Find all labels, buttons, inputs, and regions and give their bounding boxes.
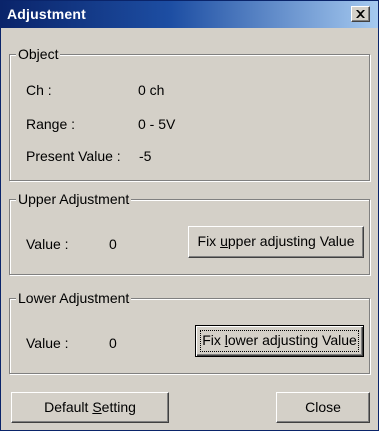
upper-value: 0 xyxy=(109,236,117,252)
default-setting-button[interactable]: Default Setting xyxy=(11,392,169,423)
lower-adjustment-group: Lower Adjustment Value : 0 Fix lower adj… xyxy=(9,290,370,374)
fix-upper-button[interactable]: Fix upper adjusting Value xyxy=(188,226,364,258)
default-setting-button-label: Default Setting xyxy=(44,399,136,415)
present-value: -5 xyxy=(139,148,152,164)
fix-upper-button-label: Fix upper adjusting Value xyxy=(197,233,355,249)
ch-value: 0 ch xyxy=(138,82,165,98)
upper-adjustment-legend: Upper Adjustment xyxy=(16,191,132,207)
upper-value-label: Value : xyxy=(26,236,69,252)
lower-value: 0 xyxy=(109,335,117,351)
lower-adjustment-legend: Lower Adjustment xyxy=(16,290,132,306)
object-group-legend: Object xyxy=(16,46,61,62)
present-value-label: Present Value : xyxy=(26,148,121,164)
upper-adjustment-group: Upper Adjustment Value : 0 Fix upper adj… xyxy=(9,191,370,275)
close-icon xyxy=(356,10,365,18)
lower-value-label: Value : xyxy=(26,335,69,351)
adjustment-dialog: Adjustment Object Ch : 0 ch Range : 0 - … xyxy=(0,0,379,431)
window-title: Adjustment xyxy=(7,6,86,22)
fix-lower-button[interactable]: Fix lower adjusting Value xyxy=(195,325,364,357)
ch-label: Ch : xyxy=(26,82,52,98)
range-label: Range : xyxy=(26,116,76,132)
fix-lower-button-label: Fix lower adjusting Value xyxy=(202,332,357,348)
close-window-button[interactable] xyxy=(351,6,370,22)
title-bar[interactable]: Adjustment xyxy=(1,1,378,28)
close-button-label: Close xyxy=(305,399,341,415)
range-value: 0 - 5V xyxy=(138,116,176,132)
object-group: Object Ch : 0 ch Range : 0 - 5V Present … xyxy=(9,46,370,181)
close-button[interactable]: Close xyxy=(276,392,370,423)
